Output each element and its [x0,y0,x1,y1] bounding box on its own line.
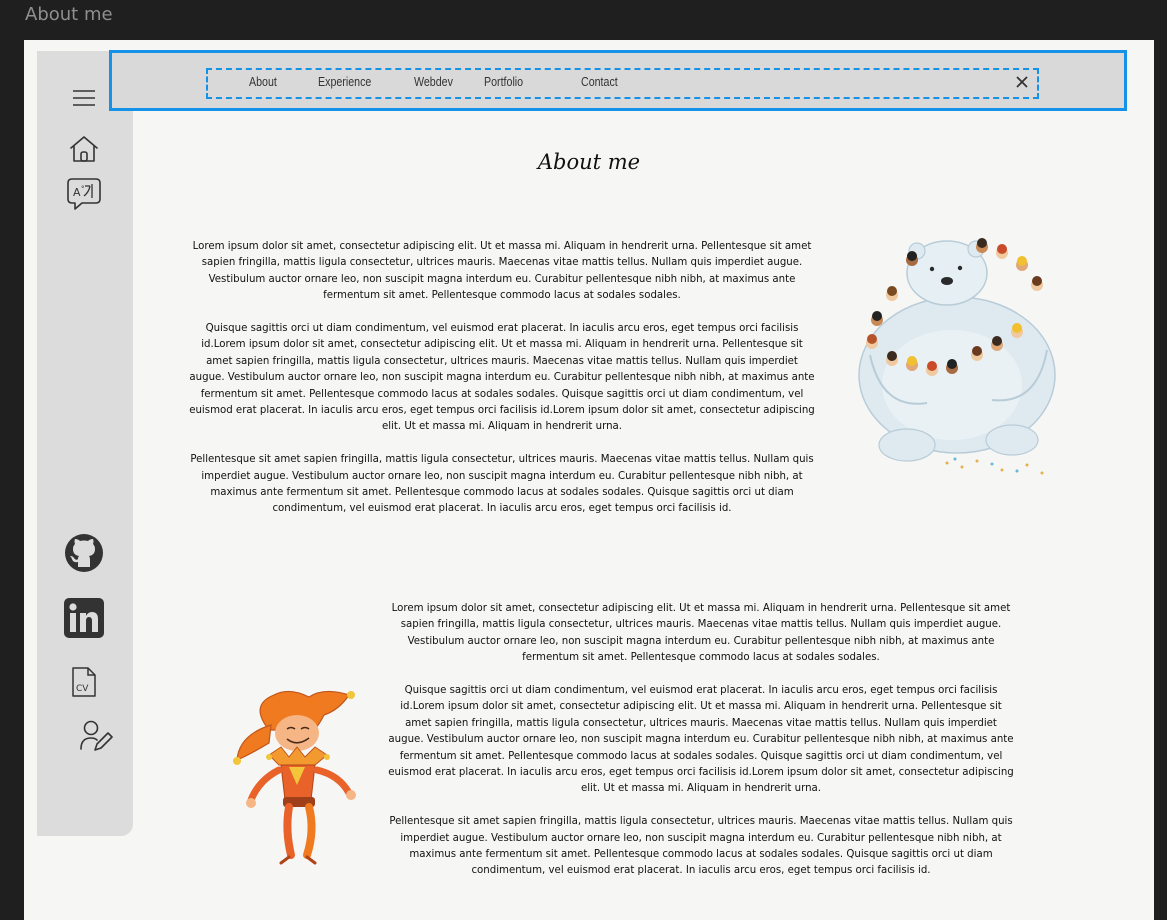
svg-text:A: A [73,186,81,199]
nav-menu: About Experience Webdev Portfolio Contac… [206,68,1039,99]
svg-text:°: ° [81,185,85,193]
language-icon[interactable]: A ° [66,177,102,211]
nav-item-about[interactable]: About [249,74,277,89]
linkedin-icon[interactable] [64,598,104,638]
jester-illustration [233,690,356,865]
nav-item-webdev[interactable]: Webdev [414,74,453,89]
section1-paragraph-1: Lorem ipsum dolor sit amet, consectetur … [192,241,812,302]
svg-text:CV: CV [76,684,89,694]
app-title: About me [25,4,113,25]
section1-text: Lorem ipsum dolor sit amet, consectetur … [188,239,816,534]
github-icon[interactable] [64,533,104,573]
polar-bear-illustration [858,238,1056,475]
top-navigation: About Experience Webdev Portfolio Contac… [109,50,1127,111]
page-frame: A ° CV About Experience Webdev Portfolio… [24,40,1154,920]
nav-item-portfolio[interactable]: Portfolio [484,74,523,89]
nav-item-contact[interactable]: Contact [581,74,618,89]
close-icon[interactable] [1013,73,1031,91]
menu-icon[interactable] [72,89,96,107]
cv-document-icon[interactable]: CV [71,666,97,698]
section1-paragraph-3: Pellentesque sit amet sapien fringilla, … [190,454,814,515]
section2-paragraph-1: Lorem ipsum dolor sit amet, consectetur … [391,603,1011,664]
section2-paragraph-3: Pellentesque sit amet sapien fringilla, … [389,816,1013,877]
section2-text: Lorem ipsum dolor sit amet, consectetur … [387,601,1015,896]
page-title: About me [537,150,641,174]
section2-paragraph-2: Quisque sagittis orci ut diam condimentu… [388,685,1014,795]
section1-paragraph-2: Quisque sagittis orci ut diam condimentu… [189,323,815,433]
nav-item-experience[interactable]: Experience [318,74,371,89]
user-edit-icon[interactable] [79,719,113,753]
